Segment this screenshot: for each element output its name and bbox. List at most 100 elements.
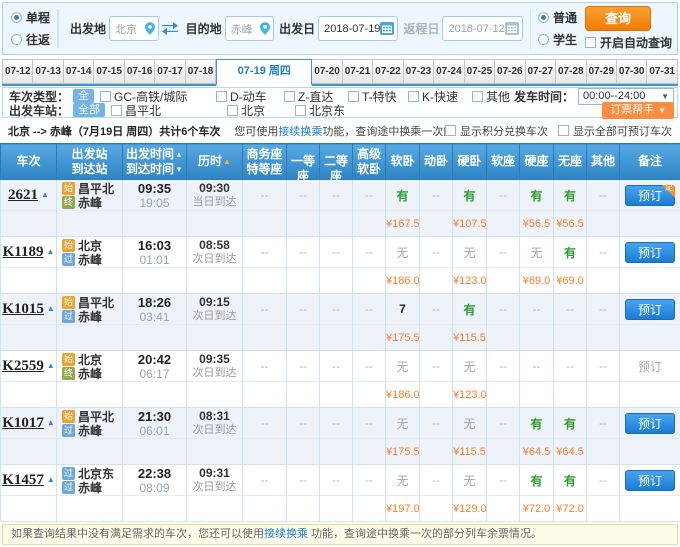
train-number-link[interactable]: K1189 <box>3 244 44 260</box>
return-date-input[interactable]: 2018-07-12 <box>442 16 522 41</box>
normal-passenger-radio[interactable]: 普通 <box>538 9 577 26</box>
checkbox-icon[interactable] <box>111 105 122 116</box>
checkbox-icon[interactable] <box>227 105 238 116</box>
round-trip-radio[interactable]: 往返 <box>11 31 50 48</box>
date-tab[interactable]: 07-28 <box>556 59 586 84</box>
date-tab[interactable]: 07-25 <box>465 59 495 84</box>
show-all-bookable-checkbox[interactable]: 显示全部可预订车次 <box>558 123 672 139</box>
to-city-input[interactable]: 赤峰 <box>225 16 275 41</box>
train-type-all-badge[interactable]: 全部 <box>73 89 94 103</box>
date-tab[interactable]: 07-26 <box>495 59 525 84</box>
radio-selected-icon[interactable] <box>538 12 549 23</box>
depart-station-all-badge[interactable]: 全部 <box>73 103 105 117</box>
seat-hard-seat: 有 <box>520 180 554 211</box>
calendar-icon[interactable] <box>380 22 394 35</box>
column-header[interactable]: 出发时间▲到达时间▼ <box>123 144 187 180</box>
duration: 09:30 <box>187 181 242 196</box>
book-button[interactable]: 预订 <box>625 413 675 434</box>
expand-arrow-icon[interactable]: ▲ <box>47 418 55 427</box>
book-button[interactable]: 预订 <box>625 470 675 491</box>
checkbox-icon[interactable] <box>295 105 306 116</box>
station-tag-icon: 始 <box>62 296 75 309</box>
train-type-option[interactable]: 其他 <box>472 88 514 105</box>
depart-station-option[interactable]: 北京东 <box>295 102 359 119</box>
checkbox-icon[interactable] <box>348 91 359 102</box>
sort-arrow-icon[interactable]: ▲ <box>223 157 231 166</box>
date-tab[interactable]: 07-14 <box>64 59 94 84</box>
date-tab[interactable]: 07-30 <box>617 59 647 84</box>
radio-selected-icon[interactable] <box>11 12 22 23</box>
date-tab[interactable]: 07-13 <box>33 59 63 84</box>
train-number-link[interactable]: K1457 <box>2 472 44 488</box>
return-date-value: 2018-07-12 <box>448 23 504 35</box>
booking-helper-button[interactable]: 订票帮手 ▼ <box>602 102 674 119</box>
radio-icon[interactable] <box>538 34 549 45</box>
book-button[interactable]: 预订 <box>625 242 675 263</box>
train-type-option[interactable]: K-快速 <box>408 88 472 105</box>
book-button[interactable]: 预订 <box>625 299 675 320</box>
checkbox-icon[interactable] <box>216 91 227 102</box>
expand-arrow-icon[interactable]: ▲ <box>41 190 49 199</box>
date-tab[interactable]: 07-12 <box>2 59 33 84</box>
expand-arrow-icon[interactable]: ▲ <box>47 475 55 484</box>
column-header-text: 动卧 <box>424 154 448 168</box>
date-tab[interactable]: 07-17 <box>155 59 185 84</box>
price-value: ¥72.0 <box>523 503 551 515</box>
transfer-link[interactable]: 接续换乘 <box>264 528 308 540</box>
expand-arrow-icon[interactable]: ▲ <box>47 304 55 313</box>
date-tab[interactable]: 07-27 <box>526 59 556 84</box>
checkbox-icon[interactable] <box>558 125 569 136</box>
swap-stations-icon[interactable] <box>161 22 179 35</box>
seat-status: -- <box>566 302 574 316</box>
arrive-time: 08:09 <box>123 481 186 495</box>
date-tab[interactable]: 07-22 <box>373 59 403 84</box>
checkbox-icon[interactable] <box>472 91 483 102</box>
book-button[interactable]: 预订足 <box>625 185 675 206</box>
date-tab[interactable]: 07-31 <box>647 59 677 84</box>
train-number-link[interactable]: K1017 <box>2 415 44 431</box>
depart-station-option[interactable]: 昌平北 <box>111 102 227 119</box>
date-tab[interactable]: 07-18 <box>186 59 216 84</box>
checkbox-icon[interactable] <box>100 91 111 102</box>
date-tab-selected[interactable]: 07-19 周四 <box>216 59 312 86</box>
train-number-link[interactable]: K2559 <box>2 358 44 374</box>
sort-arrow-icon[interactable]: ▼ <box>175 165 183 174</box>
checkbox-icon[interactable] <box>408 91 419 102</box>
sort-arrow-icon[interactable]: ▲ <box>175 150 183 159</box>
date-tab[interactable]: 07-24 <box>434 59 464 84</box>
column-header[interactable]: 历时▲ <box>187 144 243 180</box>
arrive-time: 19:05 <box>123 196 186 210</box>
transfer-link[interactable]: 接续换乘 <box>278 126 322 138</box>
expand-arrow-icon[interactable]: ▲ <box>47 361 55 370</box>
query-button[interactable]: 查询 <box>585 6 651 31</box>
seat-second-class: -- <box>320 180 353 211</box>
footer-prefix: 如果查询结果中没有满足需求的车次，您还可以使用 <box>11 528 264 540</box>
checkbox-icon[interactable] <box>445 125 456 136</box>
date-tab[interactable]: 07-29 <box>587 59 617 84</box>
train-no-cell: K1457▲ <box>1 465 57 496</box>
checkbox-icon[interactable] <box>585 37 596 48</box>
expand-arrow-icon[interactable]: ▲ <box>46 247 54 256</box>
from-city-input[interactable]: 北京 <box>109 16 159 41</box>
student-passenger-radio[interactable]: 学生 <box>538 31 577 48</box>
date-tab[interactable]: 07-23 <box>404 59 434 84</box>
auto-query-checkbox[interactable]: 开启自动查询 <box>585 34 672 51</box>
price-row: ¥175.5¥115.5¥64.5¥64.5 <box>1 439 680 465</box>
checkbox-icon[interactable] <box>284 91 295 102</box>
train-number-link[interactable]: 2621 <box>8 187 38 203</box>
one-way-radio[interactable]: 单程 <box>11 9 50 26</box>
depart-station-option[interactable]: 北京 <box>227 102 295 119</box>
train-number-link[interactable]: K1015 <box>2 301 44 317</box>
date-tab[interactable]: 07-16 <box>125 59 155 84</box>
date-tab[interactable]: 07-15 <box>94 59 124 84</box>
depart-date-input[interactable]: 2018-07-19 <box>318 16 398 41</box>
seat-business-premium: -- <box>243 465 287 496</box>
date-tab[interactable]: 07-21 <box>343 59 373 84</box>
seat-soft-sleeper: 无 <box>386 237 420 268</box>
date-tab[interactable]: 07-20 <box>312 59 342 84</box>
price-first-class <box>287 496 320 522</box>
show-points-checkbox[interactable]: 显示积分兑换车次 <box>445 123 548 139</box>
seat-standing: 有 <box>554 237 587 268</box>
column-header: 一等座 <box>287 144 320 180</box>
radio-icon[interactable] <box>11 34 22 45</box>
